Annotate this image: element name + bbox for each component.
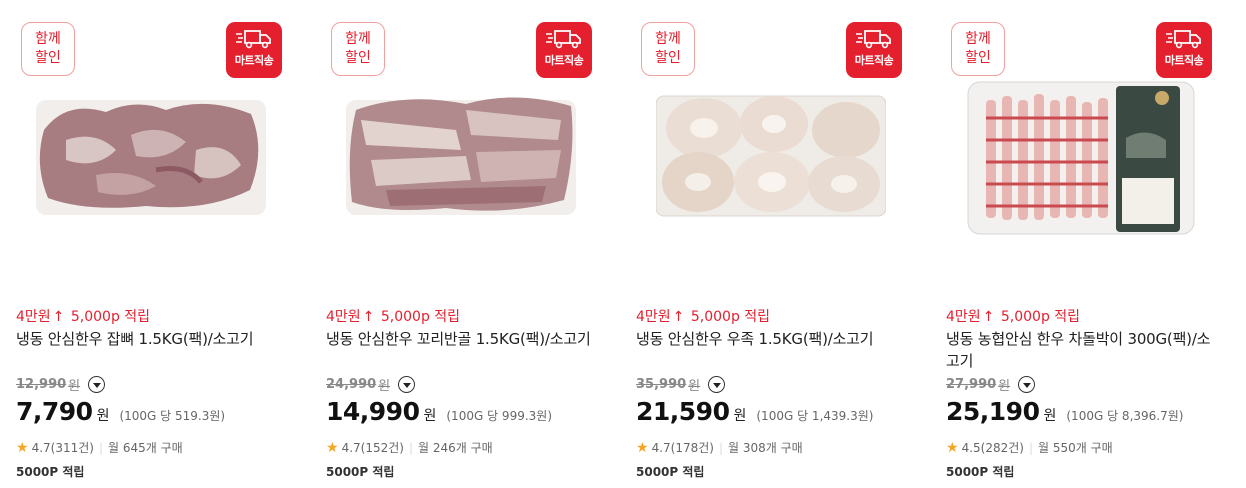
product-image	[36, 90, 266, 220]
mart-delivery-badge: 마트직송	[846, 22, 902, 78]
rating-row: ★ 4.7 (311건) | 월 645개 구매	[16, 439, 183, 456]
product-thumbnail[interactable]: 함께 할인 마트직송	[16, 0, 286, 290]
delivery-truck-icon	[236, 30, 271, 49]
promo-label: 4만원 ↑ 5,000p 적립	[326, 309, 461, 325]
group-discount-badge: 함께 할인	[951, 22, 1005, 76]
reward-points: 5000P 적립	[946, 465, 1015, 479]
price-detail-toggle-icon[interactable]	[708, 376, 726, 393]
delivery-truck-icon	[1166, 30, 1201, 49]
sale-price: 14,990 원 (100G 당 999.3원)	[326, 397, 553, 426]
promo-label: 4만원 ↑ 5,000p 적립	[16, 309, 151, 325]
price-detail-toggle-icon[interactable]	[398, 376, 416, 393]
rating-row: ★ 4.7 (178건) | 월 308개 구매	[636, 439, 803, 456]
product-grid: 함께 할인 마트직송 4만원 ↑ 5,000p 적립 냉동 안심한우 잡뼈 1.…	[0, 0, 1246, 488]
star-icon: ★	[326, 439, 339, 456]
original-price: 35,990 원	[636, 375, 726, 394]
delivery-truck-icon	[856, 30, 891, 49]
product-thumbnail[interactable]: 함께 할인 마트직송	[636, 0, 906, 290]
product-card[interactable]: 함께 할인 마트직송	[946, 0, 1236, 488]
product-name[interactable]: 냉동 안심한우 꼬리반골 1.5KG(팩)/소고기	[326, 328, 596, 350]
group-discount-badge: 함께 할인	[331, 22, 385, 76]
up-arrow-icon: ↑	[672, 309, 685, 325]
star-icon: ★	[946, 439, 959, 456]
product-image	[346, 90, 576, 220]
promo-label: 4만원 ↑ 5,000p 적립	[636, 309, 771, 325]
price-detail-toggle-icon[interactable]	[1018, 376, 1036, 393]
up-arrow-icon: ↑	[362, 309, 375, 325]
product-thumbnail[interactable]: 함께 할인 마트직송	[326, 0, 596, 290]
reward-points: 5000P 적립	[636, 465, 705, 479]
price-detail-toggle-icon[interactable]	[88, 376, 106, 393]
product-name[interactable]: 냉동 안심한우 우족 1.5KG(팩)/소고기	[636, 328, 906, 350]
group-discount-badge: 함께 할인	[641, 22, 695, 76]
product-image	[966, 78, 1196, 238]
product-card[interactable]: 함께 할인 마트직송	[636, 0, 926, 488]
up-arrow-icon: ↑	[982, 309, 995, 325]
mart-delivery-badge: 마트직송	[1156, 22, 1212, 78]
promo-label: 4만원 ↑ 5,000p 적립	[946, 309, 1081, 325]
reward-points: 5000P 적립	[326, 465, 395, 479]
original-price: 24,990 원	[326, 375, 416, 394]
unit-price: (100G 당 8,396.7원)	[1066, 409, 1184, 423]
delivery-truck-icon	[546, 30, 581, 49]
star-icon: ★	[636, 439, 649, 456]
sale-price: 21,590 원 (100G 당 1,439.3원)	[636, 397, 874, 426]
reward-points: 5000P 적립	[16, 465, 85, 479]
unit-price: (100G 당 999.3원)	[446, 409, 553, 423]
product-image	[656, 90, 886, 220]
product-name[interactable]: 냉동 안심한우 잡뼈 1.5KG(팩)/소고기	[16, 328, 286, 350]
mart-delivery-badge: 마트직송	[226, 22, 282, 78]
rating-row: ★ 4.7 (152건) | 월 246개 구매	[326, 439, 493, 456]
group-discount-badge: 함께 할인	[21, 22, 75, 76]
mart-delivery-badge: 마트직송	[536, 22, 592, 78]
sale-price: 25,190 원 (100G 당 8,396.7원)	[946, 397, 1184, 426]
up-arrow-icon: ↑	[52, 309, 65, 325]
original-price: 12,990 원	[16, 375, 106, 394]
product-card[interactable]: 함께 할인 마트직송	[16, 0, 306, 488]
original-price: 27,990 원	[946, 375, 1036, 394]
product-thumbnail[interactable]: 함께 할인 마트직송	[946, 0, 1216, 290]
unit-price: (100G 당 519.3원)	[119, 409, 226, 423]
sale-price: 7,790 원 (100G 당 519.3원)	[16, 397, 226, 426]
product-card[interactable]: 함께 할인 마트직송	[326, 0, 616, 488]
unit-price: (100G 당 1,439.3원)	[756, 409, 874, 423]
product-name[interactable]: 냉동 농협안심 한우 차돌박이 300G(팩)/소고기	[946, 328, 1216, 372]
rating-row: ★ 4.5 (282건) | 월 550개 구매	[946, 439, 1113, 456]
star-icon: ★	[16, 439, 29, 456]
